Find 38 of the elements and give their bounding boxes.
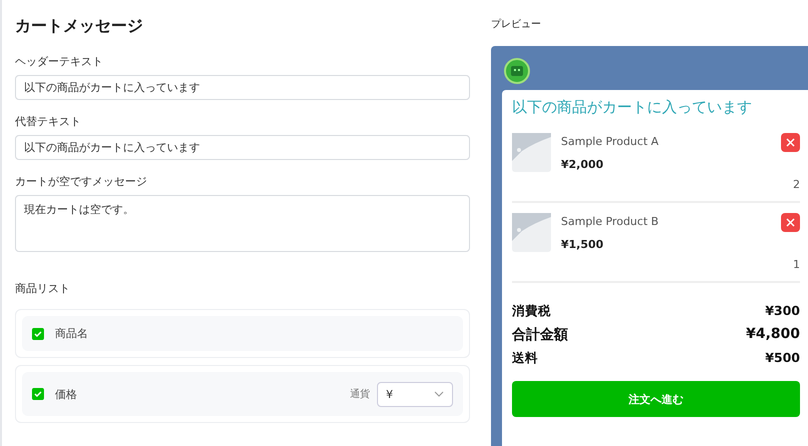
- text-area[interactable]: 現在カートは空です。: [15, 195, 470, 252]
- checkbox[interactable]: [32, 328, 44, 340]
- product-name: Sample Product A: [561, 135, 660, 148]
- product-quantity: 1: [792, 258, 800, 271]
- section-heading: 商品リスト: [15, 281, 71, 296]
- section-title: カートメッセージ: [15, 16, 144, 37]
- robot-icon: [504, 58, 530, 84]
- summary-label: 合計金額: [512, 326, 568, 344]
- close-icon: [786, 218, 795, 227]
- checkbox[interactable]: [32, 388, 44, 400]
- image-placeholder-icon: [512, 133, 551, 172]
- option-label: 価格: [55, 386, 77, 402]
- cart-header: 以下の商品がカートに入っています: [512, 98, 753, 117]
- preview-label: プレビュー: [491, 18, 542, 31]
- summary-value: ¥4,800: [746, 326, 800, 344]
- remove-button[interactable]: [781, 213, 800, 232]
- chevron-down-icon: [434, 391, 444, 397]
- currency-select[interactable]: ¥: [377, 382, 453, 406]
- field-label: カートが空ですメッセージ: [15, 174, 148, 189]
- summary-label: 送料: [512, 350, 538, 367]
- image-placeholder-icon: [512, 213, 551, 252]
- product-quantity: 2: [792, 178, 800, 191]
- field-label: ヘッダーテキスト: [15, 54, 104, 69]
- product-price: ¥1,500: [561, 238, 604, 251]
- input-field[interactable]: 以下の商品がカートに入っています: [15, 75, 470, 100]
- field-label: 代替テキスト: [15, 114, 82, 129]
- remove-button[interactable]: [781, 133, 800, 152]
- check-icon: [34, 330, 42, 338]
- product-price: ¥2,000: [561, 158, 604, 171]
- summary-label: 消費税: [512, 303, 551, 320]
- currency-label: 通貨: [350, 388, 370, 401]
- summary-value: ¥500: [765, 350, 800, 367]
- close-icon: [786, 138, 795, 147]
- option-label: 商品名: [55, 326, 88, 341]
- summary-value: ¥300: [765, 303, 800, 320]
- product-name: Sample Product B: [561, 215, 660, 228]
- input-field[interactable]: 以下の商品がカートに入っています: [15, 135, 470, 160]
- check-icon: [34, 390, 42, 398]
